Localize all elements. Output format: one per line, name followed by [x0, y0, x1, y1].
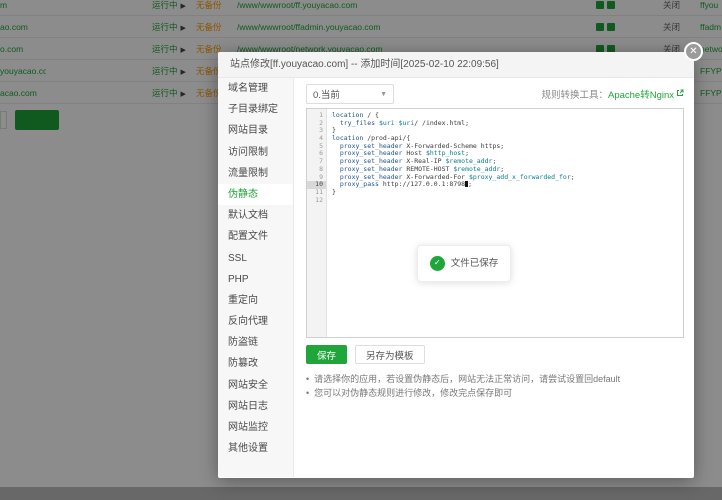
modal-title: 站点修改[ff.youyacao.com] -- 添加时间[2025-02-10…: [218, 52, 694, 78]
editor-code: location / { try_files $uri $uri/ /index…: [327, 109, 683, 337]
editor-line-numbers: 123456789101112: [307, 109, 327, 337]
rewrite-template-select[interactable]: 0.当前 ▼: [306, 84, 394, 104]
sidebar-item[interactable]: 访问限制: [218, 142, 293, 163]
sidebar-item[interactable]: 默认文档: [218, 205, 293, 226]
save-as-template-button[interactable]: 另存为模板: [355, 345, 425, 364]
settings-sidebar: 域名管理子目录绑定网站目录访问限制流量限制伪静态默认文档配置文件SSLPHP重定…: [218, 78, 294, 477]
note-item: 请选择你的应用，若设置伪静态后，网站无法正常访问，请尝试设置回default: [306, 372, 684, 386]
pseudo-static-panel: 0.当前 ▼ 规则转换工具：Apache转Nginx 1234567891011…: [294, 78, 694, 477]
sidebar-item[interactable]: 防篡改: [218, 353, 293, 374]
sidebar-item[interactable]: 伪静态: [218, 184, 293, 205]
sidebar-item[interactable]: 子目录绑定: [218, 99, 293, 120]
sidebar-item[interactable]: 域名管理: [218, 78, 293, 99]
site-settings-modal: ✕ 站点修改[ff.youyacao.com] -- 添加时间[2025-02-…: [218, 52, 694, 478]
sidebar-item[interactable]: SSL: [218, 248, 293, 269]
line-number: 12: [307, 197, 323, 205]
rewrite-template-value: 0.当前: [313, 87, 340, 101]
sidebar-item[interactable]: 反向代理: [218, 311, 293, 332]
sidebar-item[interactable]: 重定向: [218, 290, 293, 311]
toast-text: 文件已保存: [451, 260, 499, 268]
code-line: [332, 197, 683, 205]
sidebar-item[interactable]: 网站安全: [218, 375, 293, 396]
sidebar-item[interactable]: 流量限制: [218, 163, 293, 184]
note-item: 您可以对伪静态规则进行修改，修改完点保存即可: [306, 386, 684, 400]
close-icon[interactable]: ✕: [684, 42, 703, 61]
sidebar-item[interactable]: 其他设置: [218, 438, 293, 459]
sidebar-item[interactable]: 防盗链: [218, 332, 293, 353]
save-button[interactable]: 保存: [306, 345, 347, 364]
sidebar-item[interactable]: 网站目录: [218, 120, 293, 141]
sidebar-item[interactable]: PHP: [218, 269, 293, 290]
file-saved-toast: ✓ 文件已保存: [417, 245, 511, 282]
check-icon: ✓: [430, 256, 445, 271]
code-line: proxy_pass http://127.0.0.1:8798;: [332, 181, 683, 189]
help-notes: 请选择你的应用，若设置伪静态后，网站无法正常访问，请尝试设置回default 您…: [306, 372, 684, 400]
apache-to-nginx-link[interactable]: Apache转Nginx: [608, 90, 674, 101]
code-line: }: [332, 189, 683, 197]
text-cursor: [465, 181, 468, 187]
sidebar-item[interactable]: 配置文件: [218, 226, 293, 247]
rewrite-code-editor[interactable]: 123456789101112 location / { try_files $…: [306, 108, 684, 338]
chevron-down-icon: ▼: [380, 91, 387, 98]
sidebar-item[interactable]: 网站监控: [218, 417, 293, 438]
sidebar-item[interactable]: 网站日志: [218, 396, 293, 417]
code-line: try_files $uri $uri/ /index.html;: [332, 120, 683, 128]
convert-tool-label: 规则转换工具：: [541, 90, 608, 101]
external-link-icon: [676, 89, 684, 100]
